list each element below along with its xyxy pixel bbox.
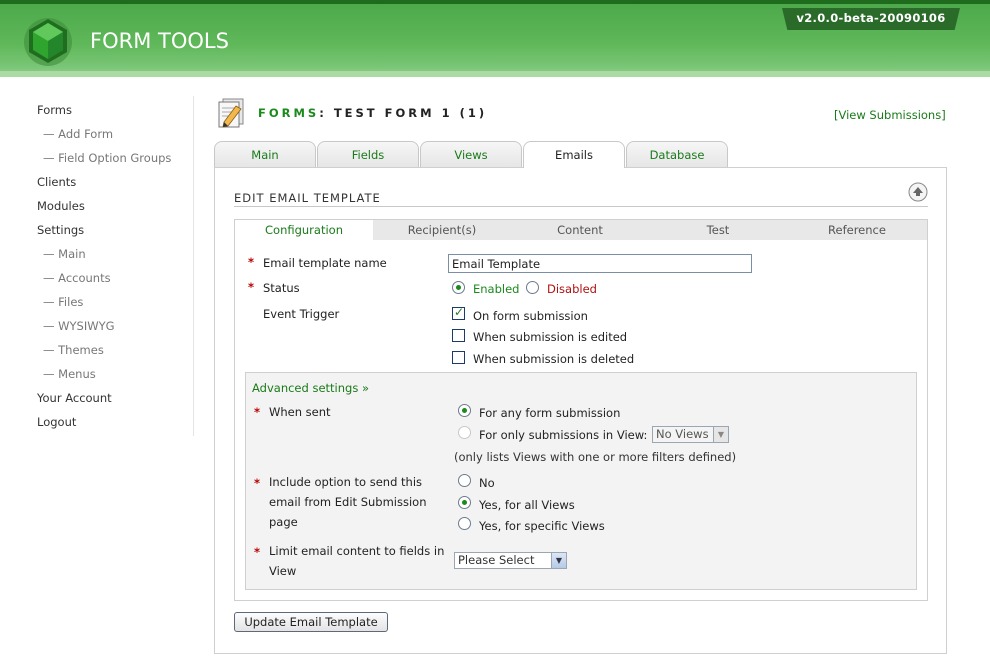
sidebar-item-menus[interactable]: — Menus — [37, 364, 197, 388]
tab-views[interactable]: Views — [420, 141, 522, 167]
sidebar-item-themes[interactable]: — Themes — [37, 340, 197, 364]
sidebar-item-your-account[interactable]: Your Account — [37, 388, 197, 412]
include-option-label-line3: page — [269, 515, 298, 529]
sidebar-item-settings[interactable]: Settings — [37, 220, 197, 244]
required-marker: * — [248, 255, 255, 269]
sidebar-item-settings-main[interactable]: — Main — [37, 244, 197, 268]
forms-page-icon — [218, 98, 244, 128]
required-marker: * — [254, 545, 261, 559]
template-name-input[interactable] — [448, 254, 752, 273]
advanced-settings-link[interactable]: Advanced settings » — [252, 381, 369, 395]
page-title-form: : TEST FORM 1 (1) — [319, 106, 488, 120]
status-enabled-radio[interactable] — [452, 281, 465, 294]
logo-icon — [24, 18, 72, 66]
trigger-on-edit-checkbox[interactable] — [452, 329, 465, 342]
include-specific-views-label: Yes, for specific Views — [479, 519, 605, 533]
page-title-prefix: FORMS — [258, 106, 320, 120]
subtab-configuration[interactable]: Configuration — [235, 220, 373, 240]
status-disabled-label: Disabled — [547, 282, 597, 296]
page-title: FORMS: TEST FORM 1 (1) — [258, 106, 487, 120]
sidebar-item-clients[interactable]: Clients — [37, 172, 197, 196]
include-option-label-line2: email from Edit Submission — [269, 495, 427, 509]
status-enabled-label: Enabled — [473, 282, 520, 296]
subtab-recipients[interactable]: Recipient(s) — [373, 220, 511, 240]
required-marker: * — [254, 476, 261, 490]
version-badge: v2.0.0-beta-20090106 — [782, 8, 960, 30]
status-label: Status — [263, 281, 300, 295]
when-sent-label: When sent — [269, 405, 331, 419]
include-no-label: No — [479, 476, 495, 490]
tab-database[interactable]: Database — [626, 141, 728, 167]
template-name-label: Email template name — [263, 256, 387, 270]
include-specific-views-radio[interactable] — [458, 517, 471, 530]
when-any-radio[interactable] — [458, 404, 471, 417]
event-trigger-label: Event Trigger — [263, 307, 340, 321]
trigger-on-delete-checkbox[interactable] — [452, 351, 465, 364]
sidebar-item-wysiwyg[interactable]: — WYSIWYG — [37, 316, 197, 340]
subtab-test[interactable]: Test — [649, 220, 787, 240]
subtab-reference[interactable]: Reference — [787, 220, 927, 240]
limit-content-label-line2: View — [269, 564, 297, 578]
chevron-down-icon: ▼ — [551, 553, 566, 568]
subtab-content[interactable]: Content — [511, 220, 649, 240]
template-editor-box: Configuration Recipient(s) Content Test … — [234, 219, 928, 601]
required-marker: * — [254, 405, 261, 419]
app-header: FORM TOOLS v2.0.0-beta-20090106 — [0, 0, 990, 77]
include-option-label-line1: Include option to send this — [269, 475, 423, 489]
subtab-bar: Configuration Recipient(s) Content Test … — [235, 220, 927, 240]
limit-content-label-line1: Limit email content to fields in — [269, 544, 445, 558]
view-submissions-link[interactable]: [View Submissions] — [834, 108, 946, 122]
sidebar-item-logout[interactable]: Logout — [37, 412, 197, 436]
when-view-label: For only submissions in View: — [479, 428, 648, 442]
advanced-settings-box: Advanced settings » * When sent For any … — [245, 372, 917, 590]
chevron-down-icon: ▼ — [713, 427, 728, 442]
limit-view-select-value: Please Select — [458, 553, 535, 567]
view-select[interactable]: No Views ▼ — [652, 426, 729, 443]
limit-view-select[interactable]: Please Select ▼ — [454, 552, 567, 569]
sidebar-item-add-form[interactable]: — Add Form — [37, 124, 197, 148]
section-title: EDIT EMAIL TEMPLATE — [234, 191, 381, 205]
view-select-value: No Views — [656, 427, 709, 441]
required-marker: * — [248, 280, 255, 294]
section-divider — [234, 206, 928, 207]
sidebar-item-forms[interactable]: Forms — [37, 100, 197, 124]
include-all-views-radio[interactable] — [458, 496, 471, 509]
sidebar-nav: Forms — Add Form — Field Option Groups C… — [37, 100, 197, 436]
app-title: FORM TOOLS — [90, 29, 229, 53]
trigger-on-delete-label: When submission is deleted — [473, 352, 635, 366]
update-email-template-button[interactable]: Update Email Template — [234, 612, 388, 632]
when-any-label: For any form submission — [479, 406, 621, 420]
when-view-radio[interactable] — [458, 426, 471, 439]
include-no-radio[interactable] — [458, 474, 471, 487]
tab-fields[interactable]: Fields — [317, 141, 419, 167]
email-template-panel: EDIT EMAIL TEMPLATE Configuration Recipi… — [214, 167, 947, 654]
sidebar-item-modules[interactable]: Modules — [37, 196, 197, 220]
header-band — [0, 71, 990, 77]
collapse-up-icon[interactable] — [908, 182, 928, 202]
trigger-on-submission-checkbox[interactable] — [452, 305, 465, 320]
tab-main[interactable]: Main — [214, 141, 316, 167]
trigger-on-edit-label: When submission is edited — [473, 330, 628, 344]
sidebar-divider — [193, 96, 194, 436]
tab-emails[interactable]: Emails — [523, 141, 625, 168]
sidebar-item-field-option-groups[interactable]: — Field Option Groups — [37, 148, 197, 172]
trigger-on-submission-label: On form submission — [473, 309, 588, 323]
sidebar-item-files[interactable]: — Files — [37, 292, 197, 316]
include-all-views-label: Yes, for all Views — [479, 498, 575, 512]
sidebar-item-accounts[interactable]: — Accounts — [37, 268, 197, 292]
status-disabled-radio[interactable] — [526, 281, 539, 294]
views-note: (only lists Views with one or more filte… — [454, 450, 737, 464]
